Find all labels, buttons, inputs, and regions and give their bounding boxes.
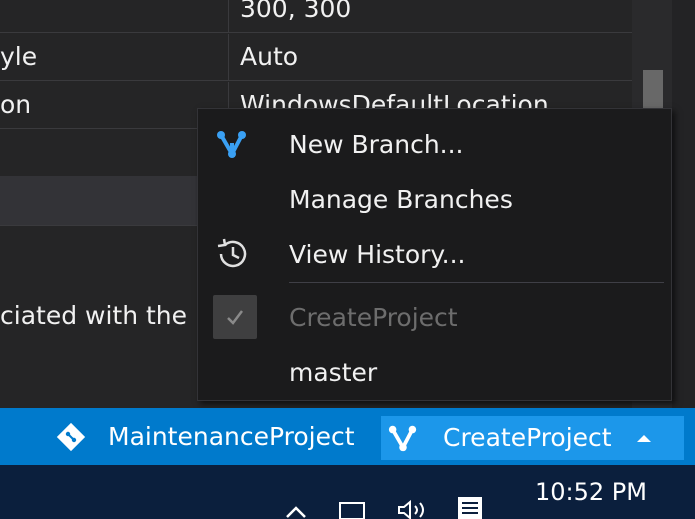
branch-context-menu: New Branch... Manage Branches View Histo… (197, 108, 672, 401)
menu-item-manage-branches[interactable]: Manage Branches (198, 174, 671, 224)
property-name: yle (0, 34, 229, 80)
taskbar-clock[interactable]: 10:52 PM (535, 478, 647, 506)
menu-separator (289, 282, 664, 283)
menu-item-label: CreateProject (289, 302, 458, 332)
status-bar: MaintenanceProject CreateProject (0, 408, 695, 465)
checkmark-icon (213, 295, 257, 339)
branch-icon (212, 124, 252, 164)
menu-item-label: master (289, 357, 378, 387)
property-value[interactable]: Auto (240, 34, 298, 80)
branch-selector-content: CreateProject (387, 409, 652, 466)
repository-indicator[interactable]: MaintenanceProject (56, 408, 355, 465)
property-name (0, 130, 229, 176)
network-icon[interactable] (338, 501, 368, 519)
property-name (0, 0, 229, 32)
property-row[interactable]: 300, 300 (0, 0, 632, 33)
notifications-icon[interactable] (457, 496, 483, 519)
branch-label: CreateProject (443, 423, 612, 452)
menu-item-branch-master[interactable]: master (198, 347, 671, 397)
repository-label: MaintenanceProject (108, 422, 355, 451)
menu-item-view-history[interactable]: View History... (198, 229, 671, 279)
property-description: ciated with the (0, 301, 188, 330)
menu-item-label: New Branch... (289, 129, 464, 159)
menu-item-current-branch: CreateProject (198, 292, 671, 342)
menu-item-label: Manage Branches (289, 184, 513, 214)
git-diamond-icon (56, 422, 86, 451)
property-row[interactable]: yle Auto (0, 34, 632, 81)
menu-item-new-branch[interactable]: New Branch... (198, 119, 671, 169)
caret-up-icon (636, 434, 651, 442)
branch-icon (388, 425, 417, 451)
menu-item-label: View History... (289, 239, 466, 269)
scrollbar-thumb[interactable] (643, 70, 663, 110)
volume-icon[interactable] (396, 499, 432, 519)
history-icon (212, 234, 252, 274)
chevron-up-icon[interactable] (285, 503, 307, 519)
branch-selector[interactable]: CreateProject (381, 416, 684, 460)
panel-edge (672, 0, 695, 408)
property-value[interactable]: 300, 300 (240, 0, 351, 32)
property-name: on (0, 82, 229, 128)
